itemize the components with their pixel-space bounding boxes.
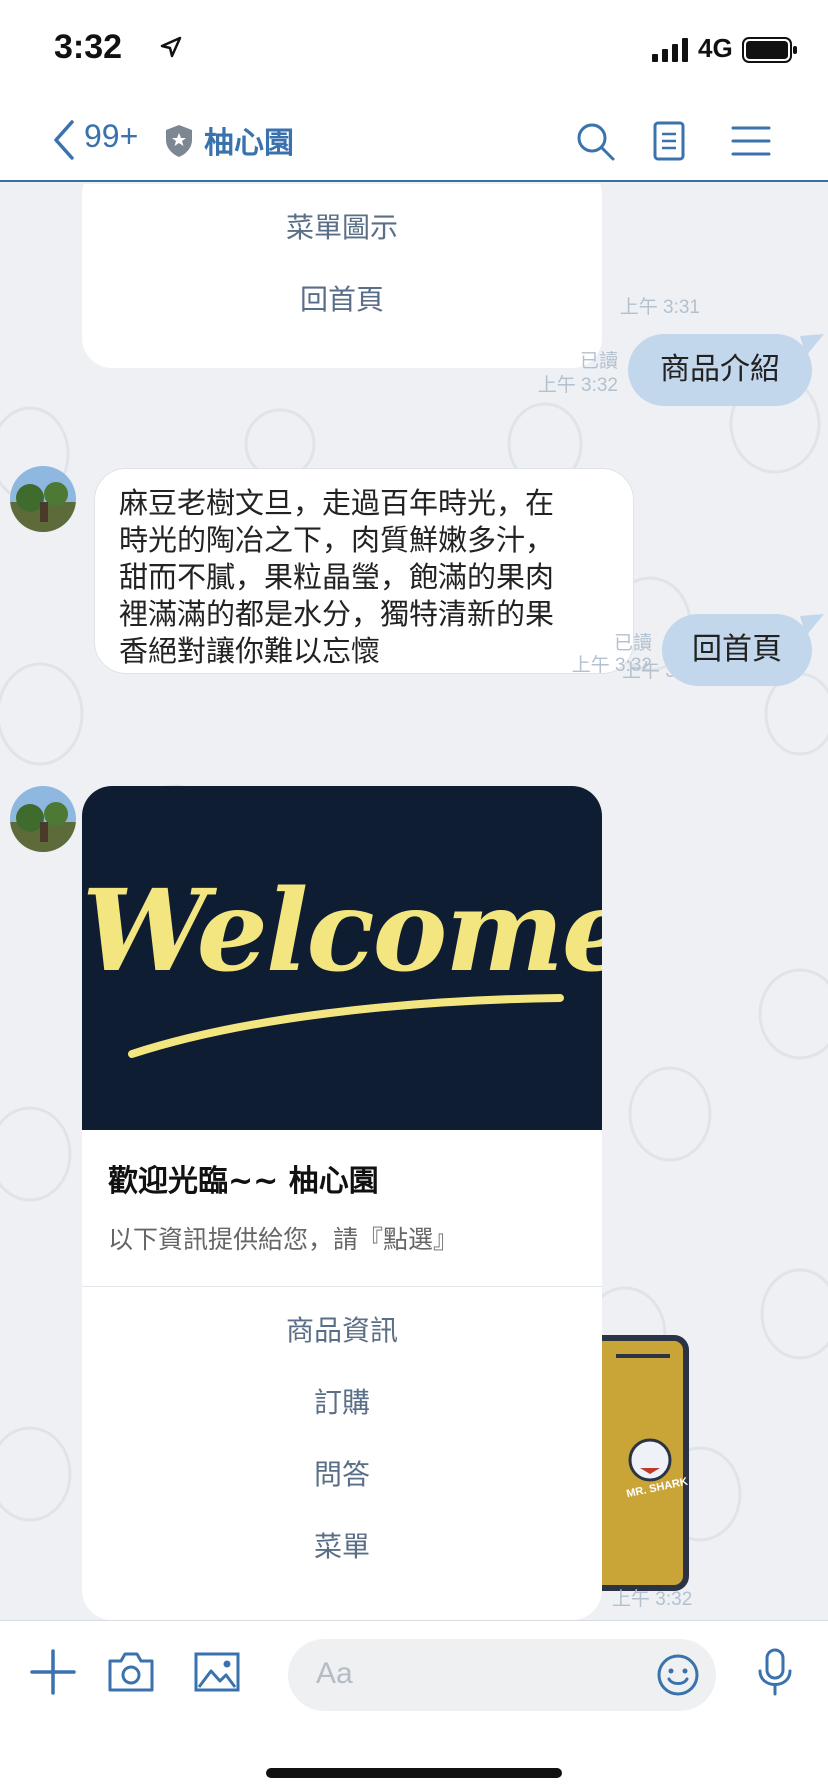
chat-header: 99+ 柚心園 <box>0 96 828 182</box>
menu-link-menu-icons[interactable]: 菜單圖示 <box>82 192 602 264</box>
message-line: 裡滿滿的都是水分，獨特清新的果 <box>119 597 555 631</box>
message-text: 商品介紹 <box>660 352 780 387</box>
mic-icon[interactable] <box>750 1647 800 1697</box>
status-time: 3:32 <box>54 28 123 66</box>
search-icon[interactable] <box>574 120 616 162</box>
message-line: 香絕對讓你難以忘懷 <box>119 634 381 668</box>
chat-title: 柚心園 <box>204 126 294 161</box>
plus-icon[interactable] <box>28 1647 78 1697</box>
read-receipt: 已讀 <box>579 351 618 372</box>
timestamp: 上午 3:32 <box>537 375 618 396</box>
timestamp: 上午 3:32 <box>571 655 652 676</box>
welcome-text: Welcome <box>82 866 602 997</box>
sticker-image <box>587 1335 689 1591</box>
chat-area[interactable]: 菜單圖示 回首頁 上午 3:31 已讀 上午 3:32 商品介紹 麻豆老樹文旦，… <box>0 184 828 1620</box>
menu-card-top: 菜單圖示 回首頁 <box>82 184 602 368</box>
message-input-placeholder: Aa <box>316 1657 353 1690</box>
home-indicator <box>266 1768 562 1778</box>
signal-icon <box>652 38 688 62</box>
shield-icon <box>166 125 192 157</box>
menu-link-product-info[interactable]: 商品資訊 <box>82 1295 602 1367</box>
my-message-bubble[interactable]: 商品介紹 <box>628 334 812 406</box>
menu-icon[interactable] <box>730 120 772 162</box>
message-line: 時光的陶冶之下，肉質鮮嫩多汁， <box>119 523 555 557</box>
menu-link-home[interactable]: 回首頁 <box>82 264 602 336</box>
menu-link-order[interactable]: 訂購 <box>82 1367 602 1439</box>
avatar-image <box>10 466 76 532</box>
timestamp: 上午 3:31 <box>619 297 700 318</box>
shark-sticker[interactable]: MR. SHARK <box>586 1334 694 1594</box>
emoji-icon[interactable] <box>656 1653 700 1697</box>
avatar[interactable] <box>10 466 76 532</box>
welcome-banner: Welcome <box>82 786 602 1130</box>
menu-link-menu[interactable]: 菜單 <box>82 1511 602 1583</box>
battery-icon <box>742 37 797 63</box>
message-text: 回首頁 <box>692 632 782 667</box>
camera-icon[interactable] <box>106 1647 156 1697</box>
bubble-tail <box>800 614 824 636</box>
message-input[interactable]: Aa <box>288 1639 716 1711</box>
message-input-bar: Aa <box>0 1620 828 1792</box>
back-chevron-icon[interactable] <box>50 118 78 162</box>
notes-icon[interactable] <box>648 120 690 162</box>
welcome-card: Welcome 歡迎光臨~~ 柚心園 以下資訊提供給您，請『點選』 商品資訊 訂… <box>82 786 602 1620</box>
network-type: 4G <box>698 33 733 63</box>
image-icon[interactable] <box>192 1647 242 1697</box>
avatar-image <box>10 786 76 852</box>
card-subtitle: 以下資訊提供給您，請『點選』 <box>108 1225 459 1254</box>
unread-count[interactable]: 99+ <box>84 118 138 155</box>
my-message-bubble[interactable]: 回首頁 <box>662 614 812 686</box>
message-line: 麻豆老樹文旦，走過百年時光，在 <box>119 486 555 520</box>
avatar[interactable] <box>10 786 76 852</box>
message-line: 甜而不膩，果粒晶瑩，飽滿的果肉 <box>119 560 555 594</box>
timestamp: 上午 3:32 <box>612 1589 693 1610</box>
bubble-tail <box>800 334 824 356</box>
status-bar: 3:32 4G <box>0 0 828 96</box>
card-title: 歡迎光臨~~ 柚心園 <box>108 1164 379 1199</box>
menu-link-faq[interactable]: 問答 <box>82 1439 602 1511</box>
location-arrow-icon <box>160 36 182 58</box>
